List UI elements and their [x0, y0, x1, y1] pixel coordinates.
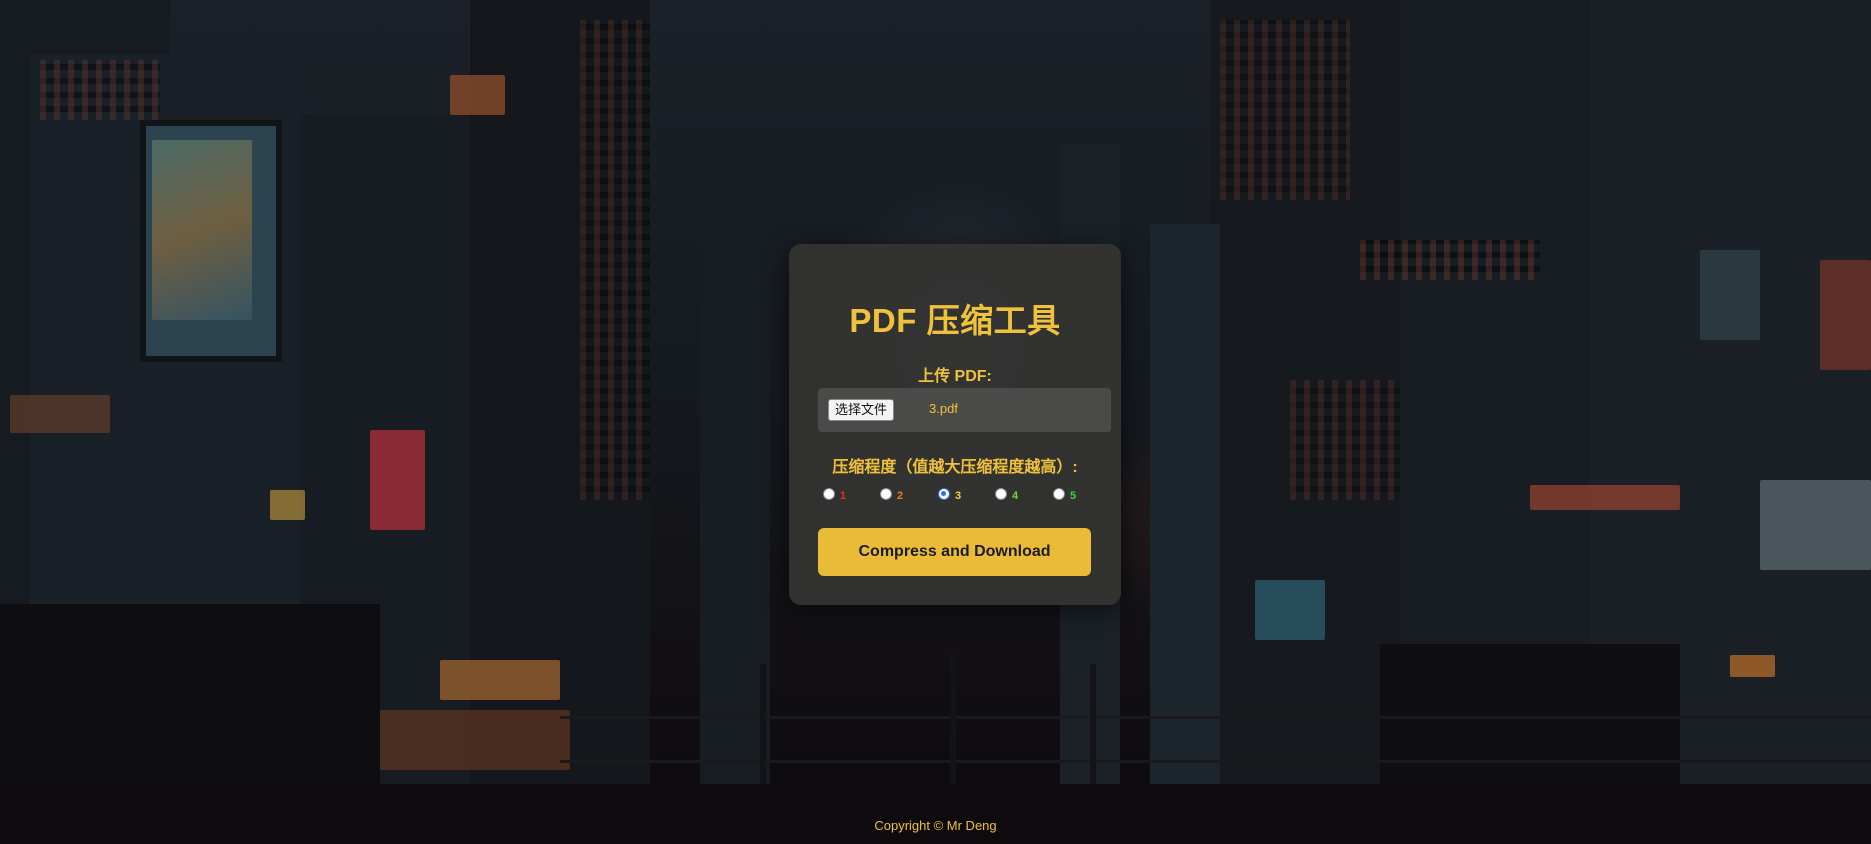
- compress-download-button[interactable]: Compress and Download: [818, 528, 1091, 576]
- level-radio-3[interactable]: [938, 488, 950, 500]
- level-option-4[interactable]: 4: [995, 484, 1018, 504]
- level-radio-4[interactable]: [995, 488, 1007, 500]
- file-input[interactable]: 选择文件 3.pdf: [818, 388, 1111, 432]
- level-radio-1[interactable]: [823, 488, 835, 500]
- level-label-4: 4: [1012, 490, 1019, 502]
- level-radio-2[interactable]: [880, 488, 892, 500]
- compress-card: PDF 压缩工具 上传 PDF: 选择文件 3.pdf 压缩程度（值越大压缩程度…: [789, 244, 1121, 605]
- level-label-2: 2: [897, 490, 904, 502]
- choose-file-button[interactable]: 选择文件: [828, 399, 895, 421]
- level-option-5[interactable]: 5: [1053, 484, 1076, 504]
- level-radio-5[interactable]: [1053, 488, 1065, 500]
- level-option-3[interactable]: 3: [938, 484, 961, 504]
- level-label-1: 1: [840, 490, 847, 502]
- page-title: PDF 压缩工具: [849, 302, 1061, 339]
- selected-file-name: 3.pdf: [929, 401, 958, 416]
- level-option-1[interactable]: 1: [823, 484, 846, 504]
- level-option-2[interactable]: 2: [880, 484, 903, 504]
- copyright-footer: Copyright © Mr Deng: [874, 818, 997, 833]
- upload-label: 上传 PDF:: [918, 368, 992, 385]
- compression-level-label: 压缩程度（值越大压缩程度越高）:: [832, 459, 1078, 476]
- level-label-5: 5: [1070, 490, 1077, 502]
- compression-level-group: 1 2 3 4 5: [823, 484, 1113, 504]
- level-label-3: 3: [955, 490, 962, 502]
